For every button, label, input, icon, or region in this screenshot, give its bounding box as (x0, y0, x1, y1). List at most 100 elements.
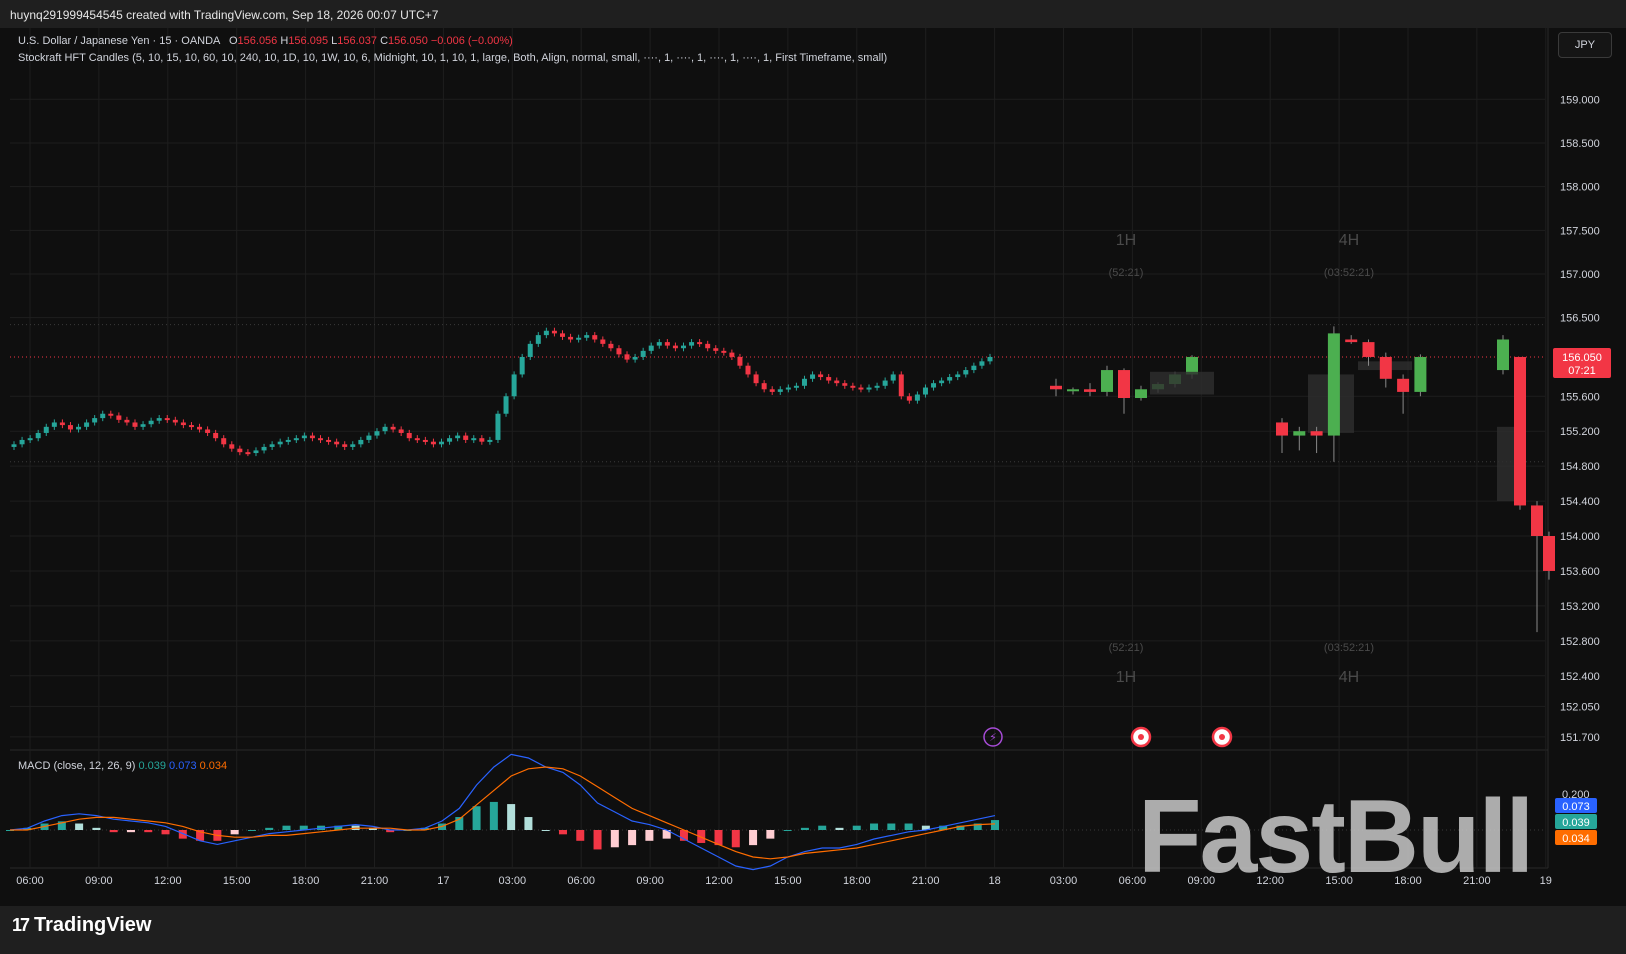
candle-body (213, 432, 219, 439)
fastbull-watermark: FastBull (1138, 779, 1534, 895)
candle-body (656, 342, 662, 346)
indicator-legend[interactable]: Stockraft HFT Candles (5, 10, 15, 10, 60… (18, 52, 887, 64)
candle-body (471, 438, 477, 441)
candle-body (277, 441, 283, 445)
price-tick-label: 158.500 (1560, 138, 1600, 150)
candle-body (19, 439, 25, 445)
price-tick-label: 151.700 (1560, 732, 1600, 744)
macd-histogram-bar (265, 827, 274, 830)
candle-body (229, 444, 235, 449)
candle-body (27, 438, 33, 441)
htf-candle-body (1101, 370, 1113, 392)
candle-body (559, 333, 565, 337)
candle-body (761, 383, 767, 390)
htf-candle-body (1345, 339, 1358, 343)
candle-body (729, 352, 735, 357)
price-tick-label: 159.000 (1560, 94, 1600, 106)
candle-body (785, 387, 791, 390)
economic-event-dot-icon (1138, 734, 1144, 740)
macd-label[interactable]: MACD (close, 12, 26, 9) (18, 760, 135, 772)
candle-body (584, 335, 590, 338)
macd-histogram-bar (766, 830, 775, 839)
candle-body (931, 383, 937, 388)
htf-candle-body (1050, 385, 1062, 390)
candle-body (777, 389, 783, 392)
macd-histogram-bar (645, 830, 654, 841)
time-tick-label: 03:00 (499, 875, 527, 887)
macd-histogram-value: 0.039 (138, 760, 166, 772)
time-tick-label: 18:00 (292, 875, 320, 887)
change-value: −0.006 (−0.00%) (430, 35, 513, 47)
candle-body (527, 343, 533, 357)
currency-button[interactable]: JPY (1558, 32, 1612, 58)
htf-timeframe-label: (52:21) (1109, 267, 1144, 279)
close-value: 156.050 (388, 35, 428, 47)
candle-body (495, 413, 501, 440)
current-price-label: 156.050 (1562, 352, 1602, 364)
low-value: 156.037 (337, 35, 378, 47)
candle-body (221, 438, 227, 445)
candle-body (914, 394, 920, 401)
macd-histogram-bar (282, 825, 291, 830)
candle-body (680, 345, 686, 349)
candle-body (939, 380, 945, 384)
candle-body (318, 438, 324, 441)
candle-body (447, 438, 453, 442)
tradingview-logo[interactable]: 17 TradingView (12, 914, 151, 937)
lightning-glyph-icon: ⚡ (989, 731, 997, 744)
macd-histogram-bar (92, 827, 101, 830)
candle-body (156, 418, 162, 421)
open-value: 156.056 (237, 35, 278, 47)
candle-body (51, 422, 57, 427)
symbol-name[interactable]: U.S. Dollar / Japanese Yen · 15 · OANDA (18, 35, 220, 47)
candle-body (979, 361, 985, 366)
tradingview-wordmark: TradingView (34, 914, 152, 936)
candle-body (59, 422, 65, 426)
tradingview-logo-icon: 17 (12, 915, 30, 935)
price-tick-label: 153.600 (1560, 566, 1600, 578)
time-tick-label: 19 (1540, 875, 1552, 887)
candle-body (826, 377, 832, 381)
candle-body (11, 444, 17, 447)
time-tick-label: 09:00 (85, 875, 113, 887)
macd-histogram-bar (126, 830, 135, 833)
candle-body (43, 426, 49, 433)
candle-body (205, 429, 211, 433)
price-tick-label: 154.400 (1560, 496, 1600, 508)
candle-body (374, 431, 380, 436)
candle-body (261, 446, 267, 451)
candle-body (430, 441, 436, 445)
htf-timeframe-label: 1H (1116, 669, 1136, 686)
time-tick-label: 21:00 (912, 875, 940, 887)
candle-body (842, 383, 848, 386)
candle-body (874, 385, 880, 388)
htf-candle-body (1397, 378, 1410, 392)
price-tick-label: 154.800 (1560, 461, 1600, 473)
candle-body (648, 345, 654, 351)
chart-svg[interactable]: 159.000 158.500 158.000 157.500 157.000 156.5… (0, 0, 1626, 906)
candle-body (963, 370, 969, 375)
candle-body (92, 418, 98, 423)
candle-body (342, 444, 348, 447)
htf-timeframe-label: 4H (1339, 232, 1359, 249)
candle-body (955, 374, 961, 378)
candle-body (624, 354, 630, 360)
price-tick-label: 157.500 (1560, 225, 1600, 237)
macd-histogram-bar (628, 830, 637, 846)
macd-value-label: 0.034 (1562, 833, 1590, 845)
htf-candle-body (1497, 339, 1509, 371)
price-tick-label: 157.000 (1560, 269, 1600, 281)
macd-histogram-bar (887, 823, 896, 830)
candle-body (180, 422, 186, 426)
htf-candle-body (1293, 431, 1306, 436)
price-tick-label: 152.400 (1560, 671, 1600, 683)
candle-body (398, 429, 404, 433)
macd-histogram-bar (230, 830, 239, 835)
candle-body (285, 439, 291, 442)
htf-candle-body (1514, 356, 1526, 506)
macd-histogram-bar (870, 823, 879, 830)
macd-histogram-bar (507, 804, 516, 830)
htf-candle-body (1543, 536, 1555, 571)
candle-body (439, 441, 445, 445)
candle-body (753, 374, 759, 384)
